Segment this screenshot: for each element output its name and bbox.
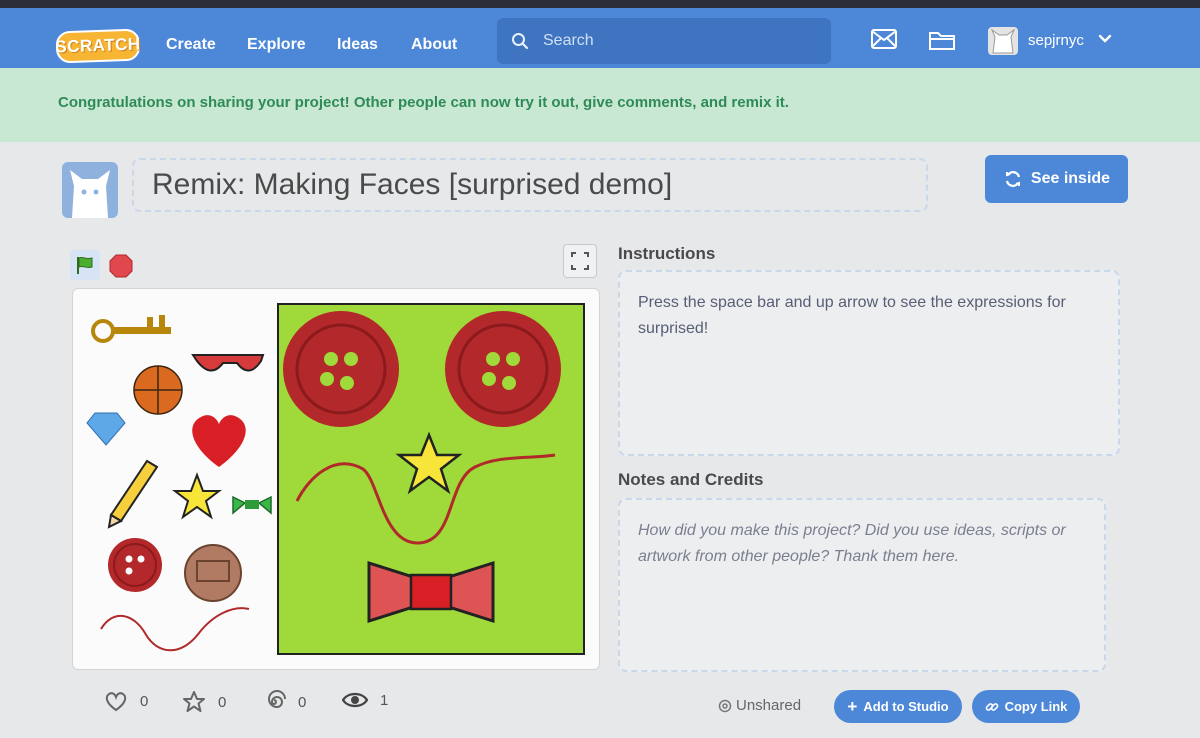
small-star-sprite	[172, 472, 222, 520]
red-bowtie	[367, 560, 495, 624]
my-stuff-folder-icon[interactable]	[928, 28, 956, 52]
instructions-heading: Instructions	[618, 244, 716, 263]
gem-sprite	[86, 412, 126, 446]
left-eye-button	[283, 311, 399, 427]
string-sprite	[100, 607, 250, 652]
heart-icon	[105, 692, 127, 712]
nav-create[interactable]: Create	[166, 36, 216, 54]
penny-sprite	[184, 544, 242, 602]
notes-heading: Notes and Credits	[618, 470, 764, 489]
instructions-textarea[interactable]: Press the space bar and up arrow to see …	[618, 270, 1120, 456]
plus-icon: +	[847, 697, 858, 716]
chevron-down-icon[interactable]	[1098, 32, 1112, 46]
add-to-studio-button[interactable]: + Add to Studio	[834, 690, 962, 723]
copy-link-label: Copy Link	[1004, 699, 1068, 714]
star-nose	[395, 431, 463, 495]
right-eye-button	[445, 311, 561, 427]
eye-icon	[342, 692, 368, 708]
red-button-sprite	[108, 538, 162, 592]
pencil-sprite	[107, 459, 159, 529]
basketball-sprite	[133, 365, 183, 415]
nav-about[interactable]: About	[411, 36, 457, 54]
love-count: 0	[140, 692, 149, 710]
stage-sprites	[86, 315, 272, 652]
notes-textarea[interactable]: How did you make this project? Did you u…	[618, 498, 1106, 672]
messages-icon[interactable]	[870, 28, 898, 50]
project-title: Remix: Making Faces [surprised demo]	[152, 168, 673, 201]
favorite-stat[interactable]: 0	[182, 690, 226, 714]
views-stat: 1	[342, 690, 388, 710]
navbar: SCRATCH Create Explore Ideas About Searc…	[0, 0, 1200, 68]
unshared-icon	[718, 699, 732, 712]
username[interactable]: sepjrnyc	[1028, 32, 1084, 49]
nav-explore[interactable]: Explore	[247, 36, 306, 54]
copy-link-button[interactable]: Copy Link	[972, 690, 1080, 723]
search-input[interactable]: Search	[497, 18, 831, 64]
remix-stat: 0	[262, 690, 306, 714]
banner-text: Congratulations on sharing your project!…	[58, 94, 789, 111]
notes-placeholder: How did you make this project? Did you u…	[638, 522, 1066, 565]
favorite-count: 0	[218, 693, 227, 711]
project-stage[interactable]	[72, 288, 600, 670]
see-inside-label: See inside	[1030, 170, 1111, 187]
scratch-logo[interactable]: SCRATCH	[55, 28, 141, 64]
glasses-sprite	[191, 354, 265, 372]
green-flag-button[interactable]	[70, 250, 100, 280]
stop-button-icon[interactable]	[108, 253, 134, 279]
share-success-banner: Congratulations on sharing your project!…	[0, 68, 1200, 142]
project-title-input[interactable]: Remix: Making Faces [surprised demo]	[132, 158, 928, 212]
project-author-avatar[interactable]	[62, 162, 118, 218]
remix-arrows-icon	[1005, 171, 1021, 187]
face-canvas	[277, 303, 585, 655]
add-to-studio-label: Add to Studio	[863, 699, 949, 714]
link-icon	[985, 702, 998, 711]
key-sprite	[91, 315, 171, 343]
views-count: 1	[380, 691, 389, 709]
remix-spiral-icon	[268, 690, 286, 709]
love-stat[interactable]: 0	[104, 690, 148, 712]
fullscreen-icon	[571, 252, 589, 270]
search-icon	[512, 33, 529, 50]
share-status-text: Unshared	[736, 697, 802, 714]
star-icon	[183, 691, 205, 712]
search-placeholder: Search	[543, 32, 594, 49]
user-avatar[interactable]	[988, 27, 1018, 55]
remix-count: 0	[298, 693, 307, 711]
green-flag-icon	[77, 256, 93, 274]
heart-sprite	[192, 415, 246, 467]
green-bowtie-sprite	[232, 495, 272, 515]
nav-ideas[interactable]: Ideas	[337, 36, 378, 54]
fullscreen-button[interactable]	[563, 244, 597, 278]
see-inside-button[interactable]: See inside	[985, 155, 1128, 203]
instructions-text: Press the space bar and up arrow to see …	[638, 294, 1066, 337]
share-status: Unshared	[718, 697, 801, 714]
